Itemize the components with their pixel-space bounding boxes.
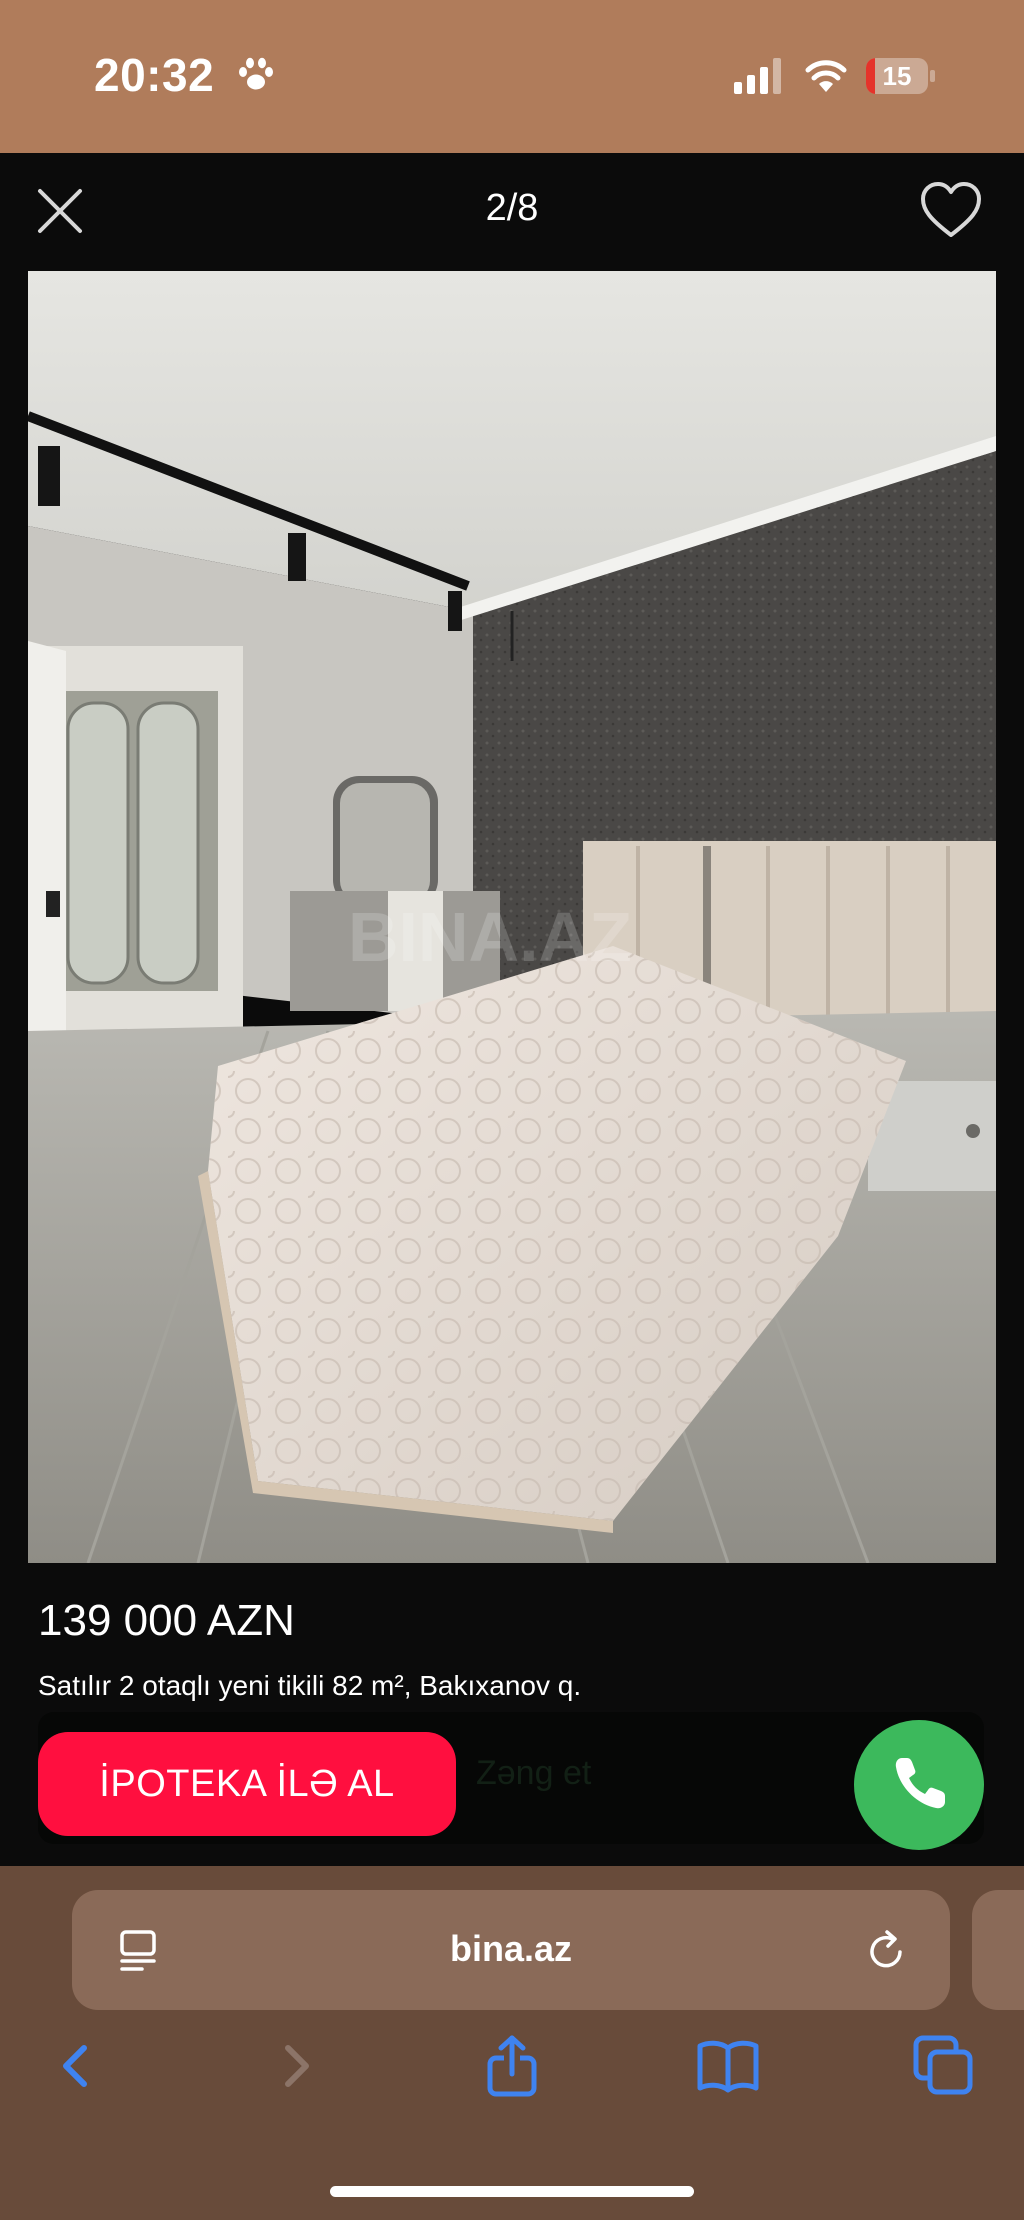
reload-icon[interactable] [864,1928,910,1974]
listing-description: Satılır 2 otaqlı yeni tikili 82 m², Bakı… [38,1670,582,1701]
url-text[interactable]: bina.az [72,1928,950,1970]
next-tab-preview[interactable] [972,1890,1024,2010]
share-icon[interactable] [480,2034,544,2098]
tabs-icon[interactable] [912,2034,976,2098]
signal-icon [734,58,781,94]
bedroom-photo: BINA.AZ [28,271,996,1563]
status-bar: 20:32 15 [0,0,1024,153]
battery-level: 15 [882,61,912,91]
wifi-icon [805,60,847,92]
photo-counter: 2/8 [485,187,539,229]
call-label[interactable]: Zəng et [476,1754,591,1793]
browser-chrome: bina.az [0,1866,1024,2220]
bookmarks-icon[interactable] [696,2034,760,2098]
battery-icon: 15 [866,58,936,94]
address-bar[interactable]: bina.az [72,1890,950,2010]
paw-icon [239,57,273,90]
home-indicator[interactable] [330,2186,694,2197]
back-icon[interactable] [44,2034,108,2098]
forward-icon[interactable] [264,2034,328,2098]
heart-icon[interactable] [918,179,984,241]
listing-price: 139 000 AZN [38,1596,295,1645]
photo-watermark: BINA.AZ [348,898,632,976]
phone-icon [895,1758,945,1809]
viewer-header: 2/8 [0,153,1024,271]
call-button[interactable] [854,1720,984,1850]
listing-photo[interactable]: BINA.AZ [28,271,996,1563]
status-time: 20:32 [94,49,215,101]
mortgage-button[interactable]: İPOTEKA İLƏ AL [38,1732,456,1836]
